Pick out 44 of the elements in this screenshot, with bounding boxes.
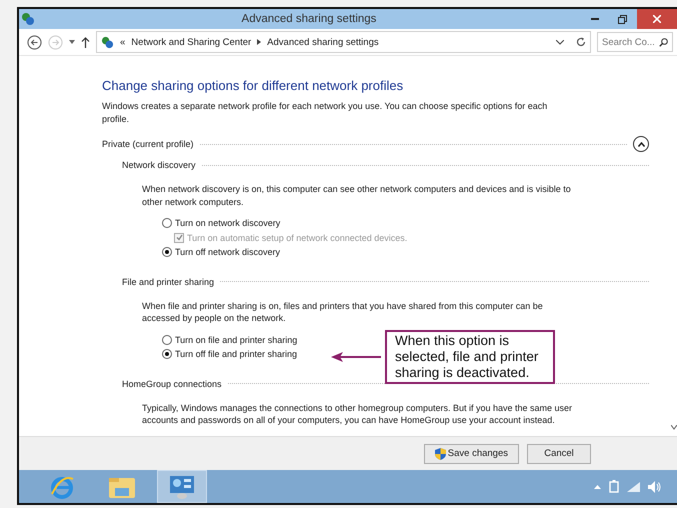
- control-panel-icon: [168, 474, 196, 500]
- radio-button[interactable]: [162, 218, 172, 228]
- breadcrumb-item[interactable]: Advanced sharing settings: [267, 36, 379, 48]
- search-field[interactable]: Search Co...: [597, 32, 673, 52]
- section-description: When network discovery is on, this computer can see other network computers and devices and is visible to other network computers.: [142, 183, 572, 208]
- section-description: When file and printer sharing is on, files and printers that you have shared from this computer can be accessed by people on the network.: [142, 300, 544, 324]
- up-arrow-icon[interactable]: [81, 36, 90, 48]
- arrow: [331, 352, 381, 362]
- minimize-icon[interactable]: [591, 18, 599, 20]
- chevron-icon: [638, 142, 644, 146]
- intro-text: Windows creates a separate network profile for each network you use. You can choose specific options for each profile.: [102, 100, 548, 125]
- restore-icon[interactable]: [618, 14, 626, 24]
- breadcrumb-item[interactable]: Network and Sharing Center: [131, 36, 252, 48]
- address-bar[interactable]: « Network and Sharing Center Advanced sharing settings: [96, 31, 591, 53]
- profile-title[interactable]: Private (current profile): [102, 139, 194, 149]
- save-button[interactable]: Save changes: [424, 444, 519, 464]
- section-title: HomeGroup connections: [122, 378, 222, 388]
- section-title: Network discovery: [122, 160, 196, 170]
- section-description: Typically, Windows manages the connections to other homegroup computers. But if you have the same user accounts and passwords on all of your computers, you can have HomeGroup use your account instead.: [142, 402, 574, 426]
- collapse-button[interactable]: [633, 136, 649, 152]
- radio-button[interactable]: [162, 334, 172, 345]
- dropdown-icon[interactable]: [69, 40, 75, 44]
- shield-icon: [434, 448, 446, 460]
- radio-button[interactable]: [162, 247, 172, 258]
- chevron-icon: [257, 39, 262, 45]
- page-heading: Change sharing options for different network profiles: [102, 78, 404, 93]
- window-title: Advanced sharing settings: [240, 13, 378, 25]
- radio-button[interactable]: [162, 349, 172, 360]
- refresh-icon[interactable]: [576, 37, 586, 47]
- radio-label: Turn on file and printer sharing: [175, 334, 298, 345]
- close-button[interactable]: [637, 9, 677, 29]
- radio-label: Turn on network discovery: [175, 218, 280, 228]
- cancel-button[interactable]: Cancel: [527, 444, 591, 464]
- callout-text: When this option is selected, file and printer sharing is deactivated.: [385, 330, 555, 384]
- back-icon[interactable]: [27, 34, 42, 50]
- search-icon: [659, 38, 668, 46]
- overflow-chevron[interactable]: «: [120, 36, 126, 48]
- section-title: File and printer sharing: [122, 276, 214, 286]
- checkbox-label: Turn on automatic setup of network connected devices.: [187, 232, 408, 243]
- radio-label: Turn off network discovery: [175, 247, 280, 258]
- radio-label: Turn off file and printer sharing: [175, 349, 298, 360]
- scroll-down-icon[interactable]: [671, 425, 677, 430]
- close-icon: [653, 15, 661, 23]
- dropdown-icon[interactable]: [556, 40, 564, 44]
